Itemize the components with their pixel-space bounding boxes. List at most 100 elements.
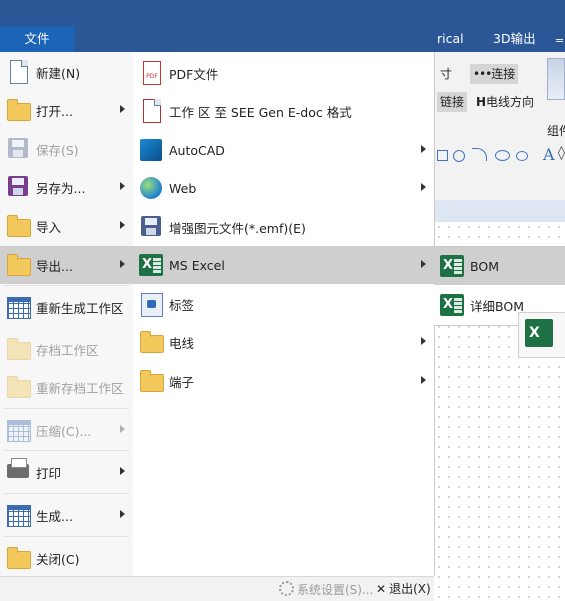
web-globe-icon bbox=[137, 174, 165, 202]
export-item-pdf[interactable]: PDF PDF文件 bbox=[133, 54, 434, 92]
menu-item-label: 新建(N) bbox=[36, 65, 81, 81]
wire-direction-icon: H bbox=[476, 95, 487, 109]
regenerate-workspace-icon bbox=[4, 293, 32, 321]
ellipse-small-tool-icon[interactable] bbox=[516, 151, 528, 161]
more-tools-icon[interactable]: ◊ bbox=[558, 145, 565, 161]
ellipse-tool-icon[interactable] bbox=[495, 150, 510, 161]
menu-divider bbox=[4, 493, 129, 494]
circle-tool-icon[interactable] bbox=[453, 150, 465, 162]
pdf-icon: PDF bbox=[137, 59, 165, 87]
file-menu-footer: 系统设置(S)... ✕ 退出(X) bbox=[0, 576, 434, 601]
exit-label: 退出(X) bbox=[389, 582, 431, 596]
excel-drag-preview: X bbox=[518, 312, 565, 358]
submenu-arrow-icon bbox=[120, 425, 125, 433]
printer-icon bbox=[4, 458, 32, 486]
compress-icon bbox=[4, 416, 32, 444]
export-item-label: MS Excel bbox=[169, 257, 225, 273]
export-item-terminals[interactable]: 端子 bbox=[133, 362, 434, 400]
submenu-arrow-icon bbox=[421, 337, 426, 345]
menu-item-archive-workspace[interactable]: 存档工作区 bbox=[0, 330, 133, 368]
export-item-edoc[interactable]: 工作 区 至 SEE Gen E-doc 格式 bbox=[133, 92, 434, 130]
system-settings-label: 系统设置(S)... bbox=[297, 583, 374, 597]
menu-item-regenerate-workspace[interactable]: 重新生成工作区 bbox=[0, 288, 133, 326]
exit-x-icon: ✕ bbox=[376, 582, 387, 596]
export-item-label: 增强图元文件(*.emf)(E) bbox=[169, 220, 306, 236]
connect-button[interactable]: •••连接 bbox=[470, 64, 519, 84]
menu-item-export[interactable]: 导出... bbox=[0, 246, 133, 284]
text-tool-icon[interactable]: A bbox=[543, 145, 555, 164]
label-icon bbox=[137, 290, 165, 318]
export-item-label: 端子 bbox=[169, 374, 195, 390]
excel-icon: X bbox=[137, 251, 165, 279]
menu-item-label: 打印 bbox=[36, 465, 62, 481]
menu-item-rearchive-workspace[interactable]: 重新存档工作区 bbox=[0, 368, 133, 406]
menu-item-save-as[interactable]: 另存为... bbox=[0, 168, 133, 206]
menu-item-new[interactable]: 新建(N) bbox=[0, 53, 133, 91]
export-folder-icon bbox=[4, 251, 32, 279]
exit-button[interactable]: ✕ 退出(X) bbox=[376, 581, 431, 597]
new-document-icon bbox=[4, 58, 32, 86]
ribbon-header bbox=[0, 0, 565, 52]
submenu-arrow-icon bbox=[421, 376, 426, 384]
submenu-arrow-icon bbox=[421, 183, 426, 191]
menu-item-save[interactable]: 保存(S) bbox=[0, 130, 133, 168]
export-item-ms-excel[interactable]: X MS Excel bbox=[133, 246, 434, 284]
ribbon-subbar bbox=[434, 200, 565, 222]
link-button[interactable]: 链接 bbox=[437, 92, 468, 112]
export-item-emf[interactable]: 增强图元文件(*.emf)(E) bbox=[133, 208, 434, 246]
excel-item-bom[interactable]: X BOM bbox=[434, 247, 565, 285]
file-tab[interactable]: 文件 bbox=[0, 26, 74, 52]
system-settings-button[interactable]: 系统设置(S)... bbox=[279, 581, 373, 597]
export-item-label: PDF文件 bbox=[169, 66, 219, 82]
menu-item-label: 打开... bbox=[36, 103, 73, 119]
menu-item-compress[interactable]: 压缩(C)... bbox=[0, 411, 133, 449]
menu-divider bbox=[4, 536, 129, 537]
export-submenu: PDF PDF文件 工作 区 至 SEE Gen E-doc 格式 AutoCA… bbox=[133, 52, 435, 576]
submenu-arrow-icon bbox=[120, 467, 125, 475]
rearchive-workspace-icon bbox=[4, 373, 32, 401]
export-item-label: Web bbox=[169, 180, 197, 196]
archive-workspace-icon bbox=[4, 335, 32, 363]
menu-item-label: 导出... bbox=[36, 258, 73, 274]
wire-folder-icon bbox=[137, 328, 165, 356]
generate-report-icon bbox=[4, 501, 32, 529]
text-style-icon[interactable] bbox=[547, 58, 565, 100]
submenu-arrow-icon bbox=[120, 182, 125, 190]
menu-divider bbox=[4, 408, 129, 409]
menu-item-label: 存档工作区 bbox=[36, 342, 99, 358]
export-item-label: 工作 区 至 SEE Gen E-doc 格式 bbox=[169, 104, 352, 120]
submenu-arrow-icon bbox=[421, 260, 426, 268]
export-item-wires[interactable]: 电线 bbox=[133, 323, 434, 361]
rectangle-tool-icon[interactable] bbox=[437, 150, 448, 161]
export-item-web[interactable]: Web bbox=[133, 169, 434, 207]
excel-bom-icon: X bbox=[438, 252, 466, 280]
tab-electrical[interactable]: rical bbox=[437, 26, 464, 52]
menu-item-label: 另存为... bbox=[36, 180, 86, 196]
menu-item-label: 压缩(C)... bbox=[36, 423, 92, 439]
tab-3d-output[interactable]: 3D输出 bbox=[493, 26, 536, 52]
open-folder-icon bbox=[4, 96, 32, 124]
menu-item-label: 保存(S) bbox=[36, 142, 79, 158]
export-item-autocad[interactable]: AutoCAD bbox=[133, 131, 434, 169]
menu-item-open[interactable]: 打开... bbox=[0, 91, 133, 129]
close-folder-icon bbox=[4, 544, 32, 572]
wire-direction-button[interactable]: H电线方向 bbox=[473, 92, 537, 112]
emf-disk-icon bbox=[137, 213, 165, 241]
export-item-label-tags[interactable]: 标签 bbox=[133, 285, 434, 323]
menu-item-close[interactable]: 关闭(C) bbox=[0, 539, 133, 577]
menu-item-import[interactable]: 导入 bbox=[0, 207, 133, 245]
menu-item-label: 重新存档工作区 bbox=[36, 380, 124, 396]
excel-preview-icon: X bbox=[525, 319, 553, 347]
settings-icon bbox=[279, 581, 294, 596]
menu-item-label: 重新生成工作区 bbox=[36, 300, 124, 316]
submenu-arrow-icon bbox=[120, 221, 125, 229]
menu-item-label: 导入 bbox=[36, 219, 62, 235]
excel-item-label: 详细BOM bbox=[470, 298, 524, 314]
excel-item-label: BOM bbox=[470, 258, 499, 274]
submenu-arrow-icon bbox=[120, 105, 125, 113]
size-button[interactable]: 寸 bbox=[437, 64, 455, 84]
terminal-folder-icon bbox=[137, 367, 165, 395]
menu-item-print[interactable]: 打印 bbox=[0, 453, 133, 491]
menu-item-generate[interactable]: 生成... bbox=[0, 496, 133, 534]
tab-overflow: = bbox=[555, 34, 565, 47]
